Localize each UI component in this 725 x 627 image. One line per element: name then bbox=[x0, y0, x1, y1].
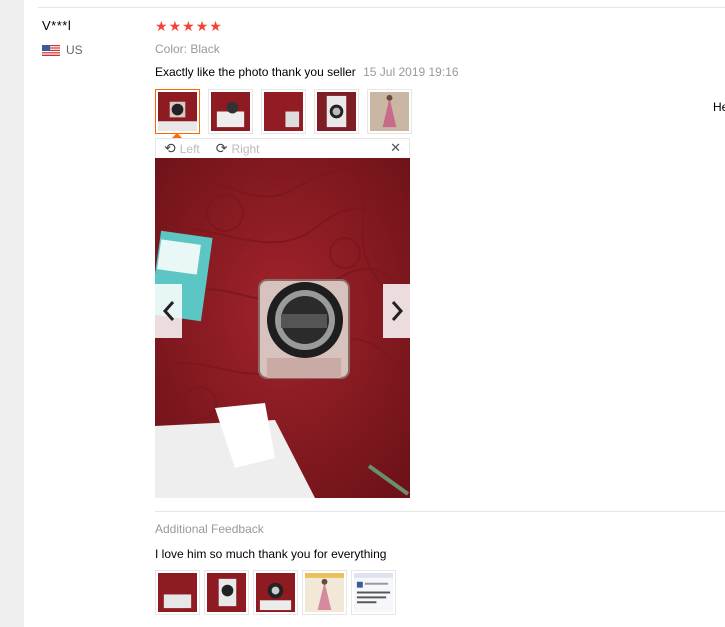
thumb-ring-light-box[interactable] bbox=[155, 89, 200, 134]
thumbnail-image bbox=[264, 92, 303, 131]
previous-image-button[interactable] bbox=[155, 284, 182, 338]
star-icon: ★ bbox=[155, 19, 168, 35]
star-icon: ★ bbox=[182, 19, 195, 35]
rotate-left-button[interactable]: ⟲ Left bbox=[164, 141, 200, 157]
review-thumbnails bbox=[155, 89, 412, 134]
rotate-left-label: Left bbox=[179, 141, 200, 156]
divider bbox=[38, 7, 725, 8]
additional-feedback-title: Additional Feedback bbox=[155, 522, 264, 536]
thumb-red-fabric[interactable] bbox=[261, 89, 306, 134]
star-rating: ★ ★ ★ ★ ★ bbox=[155, 20, 222, 34]
thumbnail-image bbox=[370, 92, 409, 131]
thumbnail-image bbox=[317, 92, 356, 131]
reviewer-country: US bbox=[42, 43, 83, 57]
feedback-thumb-dress-collage[interactable] bbox=[302, 570, 347, 615]
thumb-ring-light-on-phone[interactable] bbox=[314, 89, 359, 134]
image-viewer-toolbar: ⟲ Left ⟳ Right ✕ bbox=[155, 138, 410, 158]
rotate-left-icon: ⟲ bbox=[164, 140, 176, 157]
thumbnail-image bbox=[305, 573, 344, 612]
left-gutter bbox=[0, 0, 24, 627]
thumbnail-image bbox=[207, 573, 246, 612]
review-text: Exactly like the photo thank you seller bbox=[155, 65, 356, 79]
star-icon: ★ bbox=[195, 19, 209, 35]
chevron-left-icon bbox=[162, 301, 174, 321]
review-date: 15 Jul 2019 19:16 bbox=[363, 65, 459, 79]
feedback-thumb-ring-light-closeup[interactable] bbox=[253, 570, 298, 615]
enlarged-review-photo bbox=[155, 158, 410, 498]
us-flag-icon bbox=[42, 44, 60, 56]
rotate-right-button[interactable]: ⟳ Right bbox=[216, 141, 260, 157]
additional-feedback-text: I love him so much thank you for everyth… bbox=[155, 547, 387, 561]
thumbnail-image bbox=[354, 573, 393, 612]
rotate-right-icon: ⟳ bbox=[215, 140, 228, 157]
feedback-thumb-red-fabric[interactable] bbox=[155, 570, 200, 615]
truncated-text: He bbox=[713, 100, 725, 114]
product-color: Color: Black bbox=[155, 42, 220, 56]
feedback-thumb-screenshot[interactable] bbox=[351, 570, 396, 615]
thumbnail-image bbox=[256, 573, 295, 612]
country-code: US bbox=[66, 43, 83, 57]
thumb-pink-dress[interactable] bbox=[367, 89, 412, 134]
divider bbox=[155, 511, 725, 512]
star-icon: ★ bbox=[168, 19, 182, 35]
thumbnail-image bbox=[158, 92, 197, 131]
additional-feedback-thumbnails bbox=[155, 570, 396, 615]
photo-ring-light-on-bedspread bbox=[155, 158, 410, 498]
chevron-right-icon bbox=[391, 301, 403, 321]
thumb-ring-light-packaging[interactable] bbox=[208, 89, 253, 134]
thumbnail-image bbox=[211, 92, 250, 131]
thumbnail-image bbox=[158, 573, 197, 612]
rotate-right-label: Right bbox=[231, 141, 260, 156]
review-content: Exactly like the photo thank you seller … bbox=[155, 65, 459, 79]
next-image-button[interactable] bbox=[383, 284, 410, 338]
close-icon[interactable]: ✕ bbox=[390, 141, 401, 156]
feedback-thumb-ring-light-phone[interactable] bbox=[204, 570, 249, 615]
reviewer-name: V***l bbox=[42, 18, 72, 33]
star-icon: ★ bbox=[209, 19, 222, 35]
